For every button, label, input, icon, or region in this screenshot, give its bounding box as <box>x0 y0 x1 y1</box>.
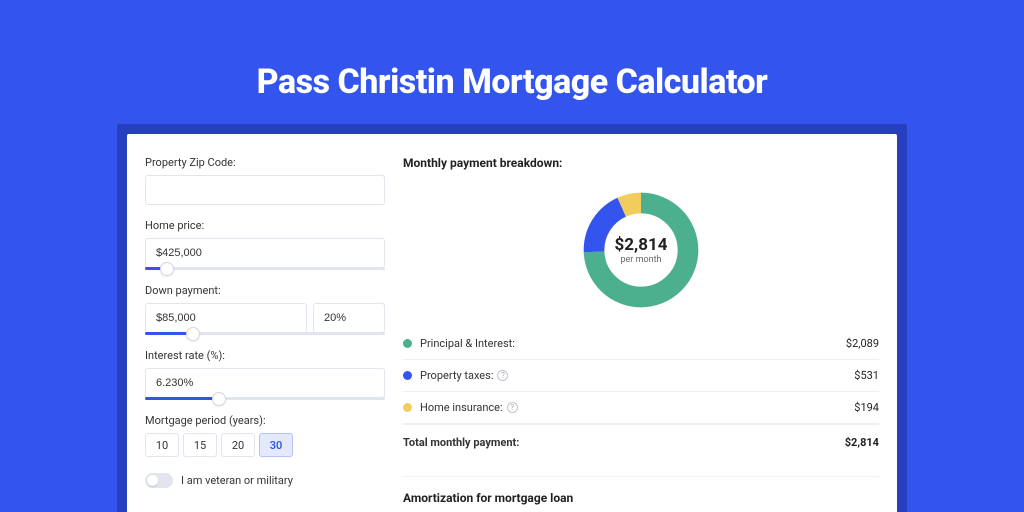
legend-swatch-icon <box>403 403 412 412</box>
veteran-label: I am veteran or military <box>181 474 293 487</box>
down-payment-label: Down payment: <box>145 284 385 297</box>
interest-input[interactable] <box>145 368 385 398</box>
legend-swatch-icon <box>403 371 412 380</box>
home-price-slider[interactable] <box>145 267 385 270</box>
legend-value: $194 <box>854 401 879 414</box>
veteran-toggle[interactable] <box>145 473 173 488</box>
donut-center: $2,814 per month <box>579 188 703 312</box>
period-btn-15[interactable]: 15 <box>183 433 217 457</box>
down-payment-field: Down payment: <box>145 284 385 335</box>
interest-field: Interest rate (%): <box>145 349 385 400</box>
legend-label: Principal & Interest: <box>420 337 515 350</box>
home-price-input[interactable] <box>145 238 385 268</box>
breakdown-title: Monthly payment breakdown: <box>403 156 879 170</box>
home-price-field: Home price: <box>145 219 385 270</box>
period-label: Mortgage period (years): <box>145 414 385 427</box>
amortization-title: Amortization for mortgage loan <box>403 491 879 505</box>
calculator-card: Property Zip Code: Home price: Down paym… <box>127 134 897 512</box>
zip-input[interactable] <box>145 175 385 205</box>
amortization-section: Amortization for mortgage loan Amortizat… <box>403 476 879 512</box>
period-field: Mortgage period (years): 10152030 <box>145 414 385 457</box>
legend-value: $2,089 <box>846 337 879 350</box>
period-btn-10[interactable]: 10 <box>145 433 179 457</box>
legend: Principal & Interest: $2,089 Property taxe… <box>403 328 879 460</box>
slider-thumb-icon[interactable] <box>186 327 200 341</box>
info-icon[interactable]: ? <box>507 402 518 413</box>
donut-chart-wrap: $2,814 per month <box>403 182 879 328</box>
legend-label: Property taxes: ? <box>420 369 508 382</box>
donut-amount: $2,814 <box>615 235 668 255</box>
legend-row: Property taxes: ? $531 <box>403 360 879 392</box>
toggle-knob-icon <box>147 475 158 486</box>
zip-field: Property Zip Code: <box>145 156 385 205</box>
legend-swatch-icon <box>403 339 412 348</box>
legend-total-row: Total monthly payment: $2,814 <box>403 424 879 460</box>
down-payment-input[interactable] <box>145 303 307 333</box>
legend-row: Home insurance: ? $194 <box>403 392 879 424</box>
donut-sub: per month <box>620 255 661 265</box>
zip-label: Property Zip Code: <box>145 156 385 169</box>
slider-thumb-icon[interactable] <box>212 392 226 406</box>
slider-thumb-icon[interactable] <box>160 262 174 276</box>
interest-slider[interactable] <box>145 397 385 400</box>
legend-row: Principal & Interest: $2,089 <box>403 328 879 360</box>
down-payment-slider[interactable] <box>145 332 385 335</box>
veteran-row: I am veteran or military <box>145 473 385 488</box>
legend-value: $531 <box>854 369 879 382</box>
legend-total-value: $2,814 <box>845 436 879 449</box>
donut-chart: $2,814 per month <box>579 188 703 312</box>
interest-label: Interest rate (%): <box>145 349 385 362</box>
info-icon[interactable]: ? <box>497 370 508 381</box>
page-title: Pass Christin Mortgage Calculator <box>0 0 1024 124</box>
down-payment-pct-input[interactable] <box>313 303 385 333</box>
legend-label: Home insurance: ? <box>420 401 518 414</box>
legend-total-label: Total monthly payment: <box>403 436 519 449</box>
period-btn-20[interactable]: 20 <box>221 433 255 457</box>
period-btn-30[interactable]: 30 <box>259 433 293 457</box>
form-column: Property Zip Code: Home price: Down paym… <box>145 156 385 512</box>
home-price-label: Home price: <box>145 219 385 232</box>
card-outer: Property Zip Code: Home price: Down paym… <box>117 124 907 512</box>
breakdown-column: Monthly payment breakdown: $2,814 per mo… <box>403 156 879 512</box>
